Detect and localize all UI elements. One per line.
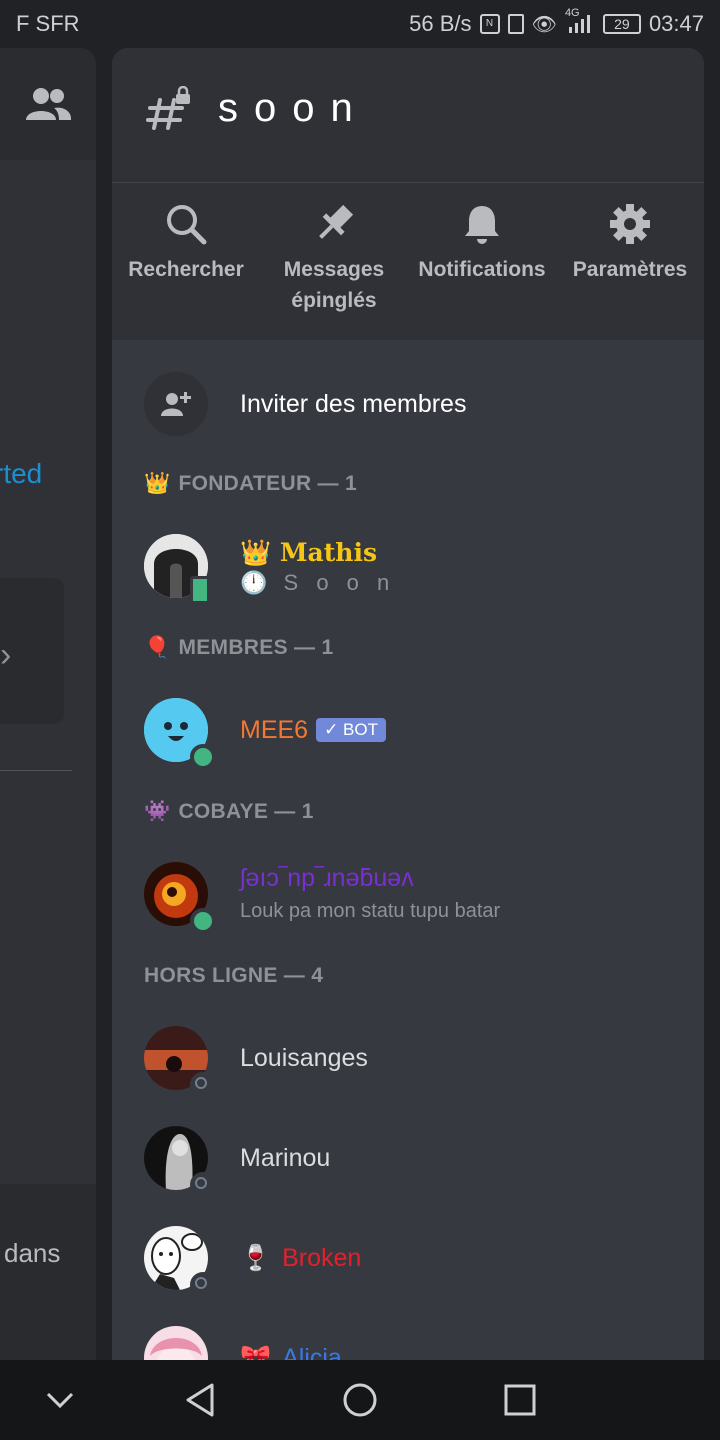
status-bar: F SFR 56 B/s N 👁 4G 29 03:47 <box>0 0 720 48</box>
header-divider <box>112 182 704 183</box>
clock-icon: 🕛 <box>240 570 268 595</box>
member-status-row: 🕛 S o o n <box>240 570 395 596</box>
drawer-header: soon Rechercher Messages épinglés Notifi… <box>112 48 704 340</box>
chevron-right-icon[interactable]: › <box>0 636 11 675</box>
ribbon-icon: 🎀 <box>240 1344 272 1360</box>
member-name-row: MEE6 ✓ BOT <box>240 716 387 745</box>
member-marinou[interactable]: Marinou <box>144 1126 684 1198</box>
partial-link[interactable]: rted <box>0 458 42 490</box>
member-status: S o o n <box>283 570 396 595</box>
pinned-messages-button[interactable]: Messages épinglés <box>260 198 408 316</box>
add-user-icon <box>144 372 208 436</box>
member-broken[interactable]: 🍷 Broken <box>144 1226 684 1298</box>
vibrate-icon <box>507 14 524 34</box>
section-header-cobaye: 👾 COBAYE — 1 <box>144 800 314 824</box>
bot-badge: ✓ BOT <box>316 718 387 742</box>
notifications-button[interactable]: Notifications <box>408 198 556 285</box>
offline-status-icon <box>190 1072 216 1098</box>
nfc-icon: N <box>479 14 500 34</box>
section-title: MEMBRES — 1 <box>178 636 334 659</box>
members-icon[interactable] <box>24 86 72 122</box>
back-icon[interactable] <box>184 1382 216 1418</box>
recent-apps-icon[interactable] <box>504 1384 536 1416</box>
chevron-down-icon[interactable] <box>44 1386 76 1414</box>
member-louisanges[interactable]: Louisanges <box>144 1026 684 1098</box>
mobile-status-icon <box>190 576 210 604</box>
eye-icon: 👁 <box>531 13 557 36</box>
channel-name: soon <box>218 86 369 130</box>
section-header-founder: 👑 FONDATEUR — 1 <box>144 472 357 496</box>
crown-icon: 👑 <box>144 472 171 495</box>
battery-icon: 29 <box>602 14 641 34</box>
home-icon[interactable] <box>342 1382 378 1418</box>
online-status-icon <box>190 744 216 770</box>
network-type: 4G <box>564 6 580 19</box>
section-title: HORS LIGNE — 4 <box>144 964 324 987</box>
member-vengeur[interactable]: ʃǝıɔ‾np‾ɹnǝƃuǝʌ Louk pa mon statu tupu b… <box>144 862 684 934</box>
member-name: Alicia <box>282 1344 342 1360</box>
member-name: Louisanges <box>240 1044 368 1072</box>
signal-icon: 4G <box>565 7 595 36</box>
gear-icon <box>610 204 650 244</box>
alien-icon: 👾 <box>144 800 171 823</box>
status-icons: 56 B/s N 👁 4G 29 03:47 <box>409 7 704 37</box>
channel-actions: Rechercher Messages épinglés Notificatio… <box>112 198 704 338</box>
offline-status-icon <box>190 1272 216 1298</box>
member-name: Mathis <box>279 538 378 567</box>
search-button[interactable]: Rechercher <box>112 198 260 285</box>
settings-button[interactable]: Paramètres <box>556 198 704 285</box>
member-alicia[interactable]: 🎀 Alicia <box>144 1326 684 1360</box>
crown-icon: 👑 <box>240 538 272 567</box>
notifications-label: Notifications <box>418 258 546 281</box>
invite-members-label: Inviter des membres <box>240 389 467 418</box>
divider <box>0 770 72 771</box>
locked-text-channel-icon <box>146 86 190 130</box>
member-name: Marinou <box>240 1144 331 1172</box>
background-chat-panel: rted › dans <box>0 48 96 1360</box>
wine-glass-icon: 🍷 <box>240 1244 272 1272</box>
search-icon <box>167 205 207 245</box>
section-title: FONDATEUR — 1 <box>178 472 357 495</box>
carrier-label: F SFR <box>16 11 80 36</box>
member-name: ʃǝıɔ‾np‾ɹnǝƃuǝʌ <box>240 864 414 892</box>
partial-text: dans <box>4 1238 61 1268</box>
message-input-area <box>0 1184 96 1360</box>
section-header-offline: HORS LIGNE — 4 <box>144 964 323 988</box>
member-status: Louk pa mon statu tupu batar <box>240 900 501 922</box>
member-name: MEE6 <box>240 716 309 744</box>
balloon-icon: 🎈 <box>144 636 171 659</box>
online-status-icon <box>190 908 216 934</box>
member-mee6[interactable]: MEE6 ✓ BOT <box>144 698 684 770</box>
section-header-members: 🎈 MEMBRES — 1 <box>144 636 333 660</box>
section-title: COBAYE — 1 <box>178 800 314 823</box>
left-header <box>0 48 96 160</box>
settings-label: Paramètres <box>572 258 688 281</box>
network-speed: 56 B/s <box>409 11 472 36</box>
member-name: Broken <box>282 1244 362 1272</box>
avatar <box>144 1326 208 1360</box>
member-name-row: 🎀 Alicia <box>240 1344 342 1360</box>
bell-icon <box>465 206 499 244</box>
offline-status-icon <box>190 1172 216 1198</box>
member-name-row: 🍷 Broken <box>240 1244 361 1273</box>
invite-members-button[interactable]: Inviter des membres <box>144 372 466 436</box>
member-name-row: 👑 Mathis <box>240 538 377 568</box>
pin-icon <box>319 204 354 239</box>
member-mathis[interactable]: 👑 Mathis 🕛 S o o n <box>144 534 684 604</box>
channel-members-drawer: soon Rechercher Messages épinglés Notifi… <box>112 48 704 1360</box>
search-label: Rechercher <box>128 258 244 281</box>
clock: 03:47 <box>648 11 704 36</box>
android-navigation-bar <box>0 1360 720 1440</box>
pinned-messages-label: Messages épinglés <box>283 258 385 312</box>
